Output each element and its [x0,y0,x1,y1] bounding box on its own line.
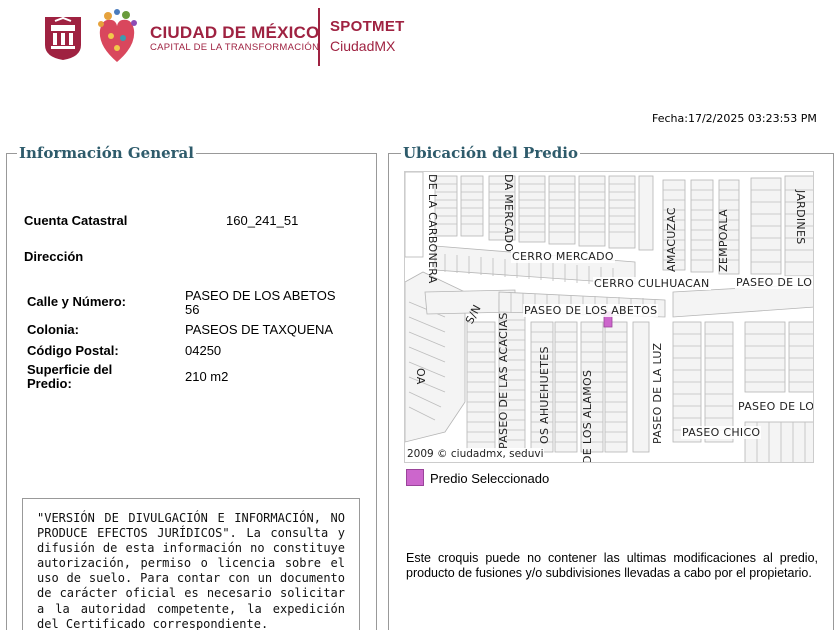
disclaimer-text: "VERSIÓN DE DIVULGACIÓN E INFORMACIÓN, N… [37,511,345,630]
colonia-value: PASEOS DE TAXQUENA [185,322,334,337]
date-value: 17/2/2025 03:23:53 PM [687,112,817,125]
map-note: Este croquis puede no contener las ultim… [406,551,818,580]
street-paseo-de-los-abetos: PASEO DE LOS ABETOS [523,304,659,317]
street-jardines: JARDINES [794,190,807,245]
street-mercado-vertical: DA MERCADO [502,174,515,253]
street-cerro-mercado: CERRO MERCADO [511,250,615,263]
superficie-label-line2: Predio: [27,376,72,391]
superficie-value: 210 m2 [185,369,229,384]
city-name: CIUDAD DE MÉXICO [150,23,320,42]
date-label: Fecha: [652,112,688,125]
street-paseo-de-la-luz: PASEO DE LA LUZ [651,342,664,444]
street-amacuzac: AMACUZAC [665,207,678,272]
page-header: CIUDAD DE MÉXICO CAPITAL DE LA TRANSFORM… [0,0,840,80]
superficie-label-line1: Superficie del [27,362,113,377]
street-carbonera: DE LA CARBONERA [426,174,439,284]
street-cerro-culhuacan: CERRO CULHUACAN [593,277,711,290]
city-slogan: CAPITAL DE LA TRANSFORMACIÓN [150,42,320,53]
calle-numero-label: Calle y Número: [27,294,126,309]
location-map[interactable]: DE LA CARBONERA DA MERCADO CERRO MERCADO… [404,171,814,463]
street-ahuehuetes: OS AHUEHUETES [538,346,551,444]
street-oa: OA [414,368,427,385]
codigo-postal-label: Código Postal: [27,343,119,358]
codigo-postal-value: 04250 [185,343,222,358]
street-zempoala: ZEMPOALA [717,209,730,272]
calle-value-line2: 56 [185,302,200,317]
street-paseo-de-lo-bottom: PASEO DE LO [737,400,814,413]
general-info-title: Información General [17,144,196,162]
location-title: Ubicación del Predio [401,144,580,162]
street-de-los-alamos: DE LOS ALAMOS [581,369,594,463]
selected-parcel-swatch [406,469,424,486]
colonia-label: Colonia: [27,322,79,337]
heart-emblem-logo [98,9,137,62]
map-copyright: 2009 © ciudadmx, seduvi [407,448,544,460]
direccion-label: Dirección [24,249,84,264]
street-paseo-de-las-acacias: PASEO DE LAS ACACIAS [497,312,510,449]
report-date: Fecha:17/2/2025 03:23:53 PM [652,112,817,125]
header-divider [318,8,320,66]
legal-disclaimer: "VERSIÓN DE DIVULGACIÓN E INFORMACIÓN, N… [22,498,360,630]
cuenta-catastral-value: 160_241_51 [226,213,299,228]
street-paseo-chico: PASEO CHICO [681,426,762,439]
selected-parcel-legend: Predio Seleccionado [430,471,550,486]
system-subtitle: CiudadMX [330,38,396,54]
system-name: SPOTMET [330,18,405,35]
cdmx-seal-logo [45,16,81,60]
street-paseo-de-lo-top: PASEO DE LO [735,276,813,289]
cuenta-catastral-label: Cuenta Catastral [24,213,128,228]
calle-value-line1: PASEO DE LOS ABETOS [185,288,336,303]
